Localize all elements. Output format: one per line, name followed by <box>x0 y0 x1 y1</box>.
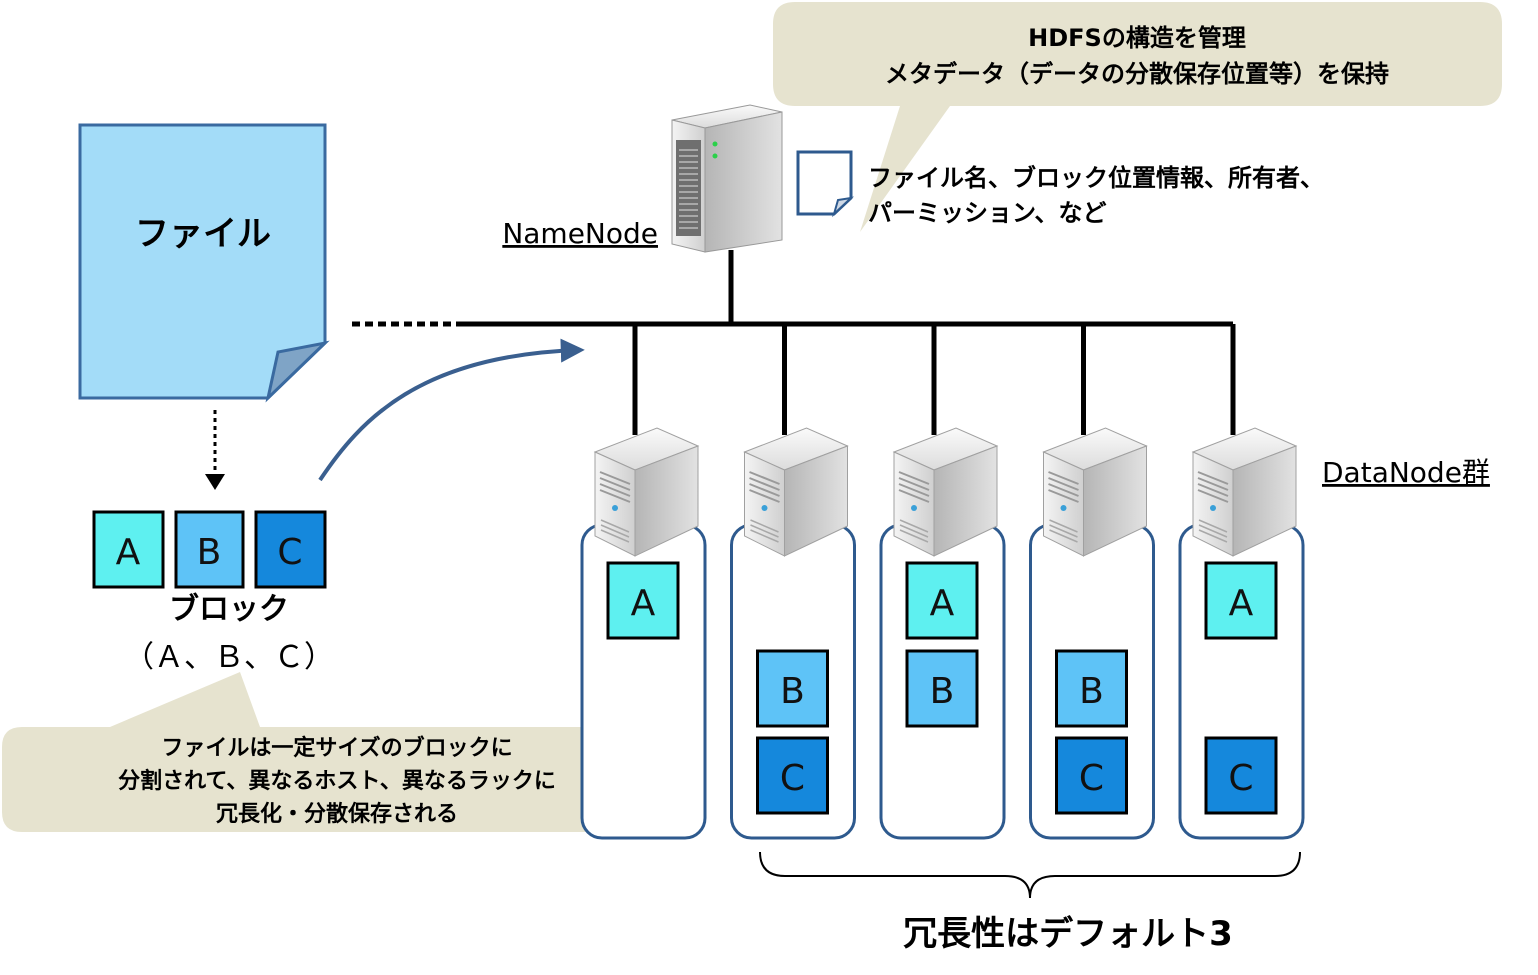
datanode-block-c: C <box>1055 736 1128 815</box>
split-arrow-head <box>205 474 225 490</box>
datanode-block-label: A <box>631 583 656 624</box>
metadata-line-2: パーミッション、など <box>868 199 1107 227</box>
datanode-block-a: A <box>1204 561 1278 640</box>
hdfs-diagram: HDFSの構造を管理 メタデータ（データの分散保存位置等）を保持 ファイル A … <box>2 2 1502 954</box>
datanode-block-c: C <box>756 736 829 815</box>
datanode-block-label: C <box>1228 758 1253 799</box>
network-bus <box>352 250 1233 327</box>
datanode-block-label: B <box>930 671 955 712</box>
namenode-callout-line-2: メタデータ（データの分散保存位置等）を保持 <box>885 60 1389 88</box>
metadata-line-1: ファイル名、ブロック位置情報、所有者、 <box>868 164 1324 192</box>
block-b-label: B <box>197 532 222 573</box>
block-a: A <box>92 510 165 589</box>
block-c-label: C <box>277 532 302 573</box>
namenode-label: NameNode <box>502 217 658 250</box>
file-callout: ファイルは一定サイズのブロックに 分割されて、異なるホスト、異なるラックに 冗長… <box>2 672 676 832</box>
block-a-label: A <box>116 532 141 573</box>
redundancy-brace <box>759 851 1301 899</box>
datanode-group: ABCAB BCAC <box>580 324 1305 840</box>
distribute-arrow <box>318 338 585 482</box>
datanode-block-a: A <box>905 561 979 640</box>
block-title: ブロック <box>169 592 289 627</box>
datanode-block-b: B <box>756 649 829 728</box>
datanode-5: AC <box>1178 324 1305 840</box>
datanode-block-c: C <box>1204 736 1278 815</box>
file-callout-line-2: 分割されて、異なるホスト、異なるラックに <box>118 768 556 794</box>
datanode-block-label: B <box>780 671 805 712</box>
datanode-4: BC <box>1029 324 1155 840</box>
namenode-callout: HDFSの構造を管理 メタデータ（データの分散保存位置等）を保持 <box>773 2 1502 232</box>
file-label: ファイル <box>135 214 271 254</box>
datanode-block-b: B <box>905 649 979 728</box>
datanode-block-label: C <box>780 758 805 799</box>
datanode-block-label: A <box>930 583 955 624</box>
datanode-3: AB <box>879 324 1006 840</box>
datanode-block-a: A <box>606 561 680 640</box>
datanode-block-label: C <box>1079 758 1104 799</box>
file-callout-line-3: 冗長化・分散保存される <box>216 801 458 827</box>
block-b: B <box>174 510 245 589</box>
datanode-block-label: B <box>1079 671 1104 712</box>
datanode-1: A <box>580 324 707 840</box>
redundancy-label: 冗長性はデフォルト3 <box>903 914 1233 954</box>
datanode-2: BC <box>730 324 856 840</box>
namenode-callout-line-1: HDFSの構造を管理 <box>1028 24 1246 52</box>
block-group: A B C ブロック （Ａ、Ｂ、Ｃ） <box>92 510 334 675</box>
metadata-doc-icon <box>796 150 855 218</box>
file-callout-line-1: ファイルは一定サイズのブロックに <box>161 735 512 761</box>
block-c: C <box>254 510 327 589</box>
block-subtitle: （Ａ、Ｂ、Ｃ） <box>124 640 334 675</box>
namenode-server-icon <box>671 104 783 253</box>
file-document: ファイル <box>78 123 330 403</box>
datanode-block-label: A <box>1229 583 1254 624</box>
datanode-group-label: DataNode群 <box>1322 456 1490 489</box>
datanode-block-b: B <box>1055 649 1128 728</box>
